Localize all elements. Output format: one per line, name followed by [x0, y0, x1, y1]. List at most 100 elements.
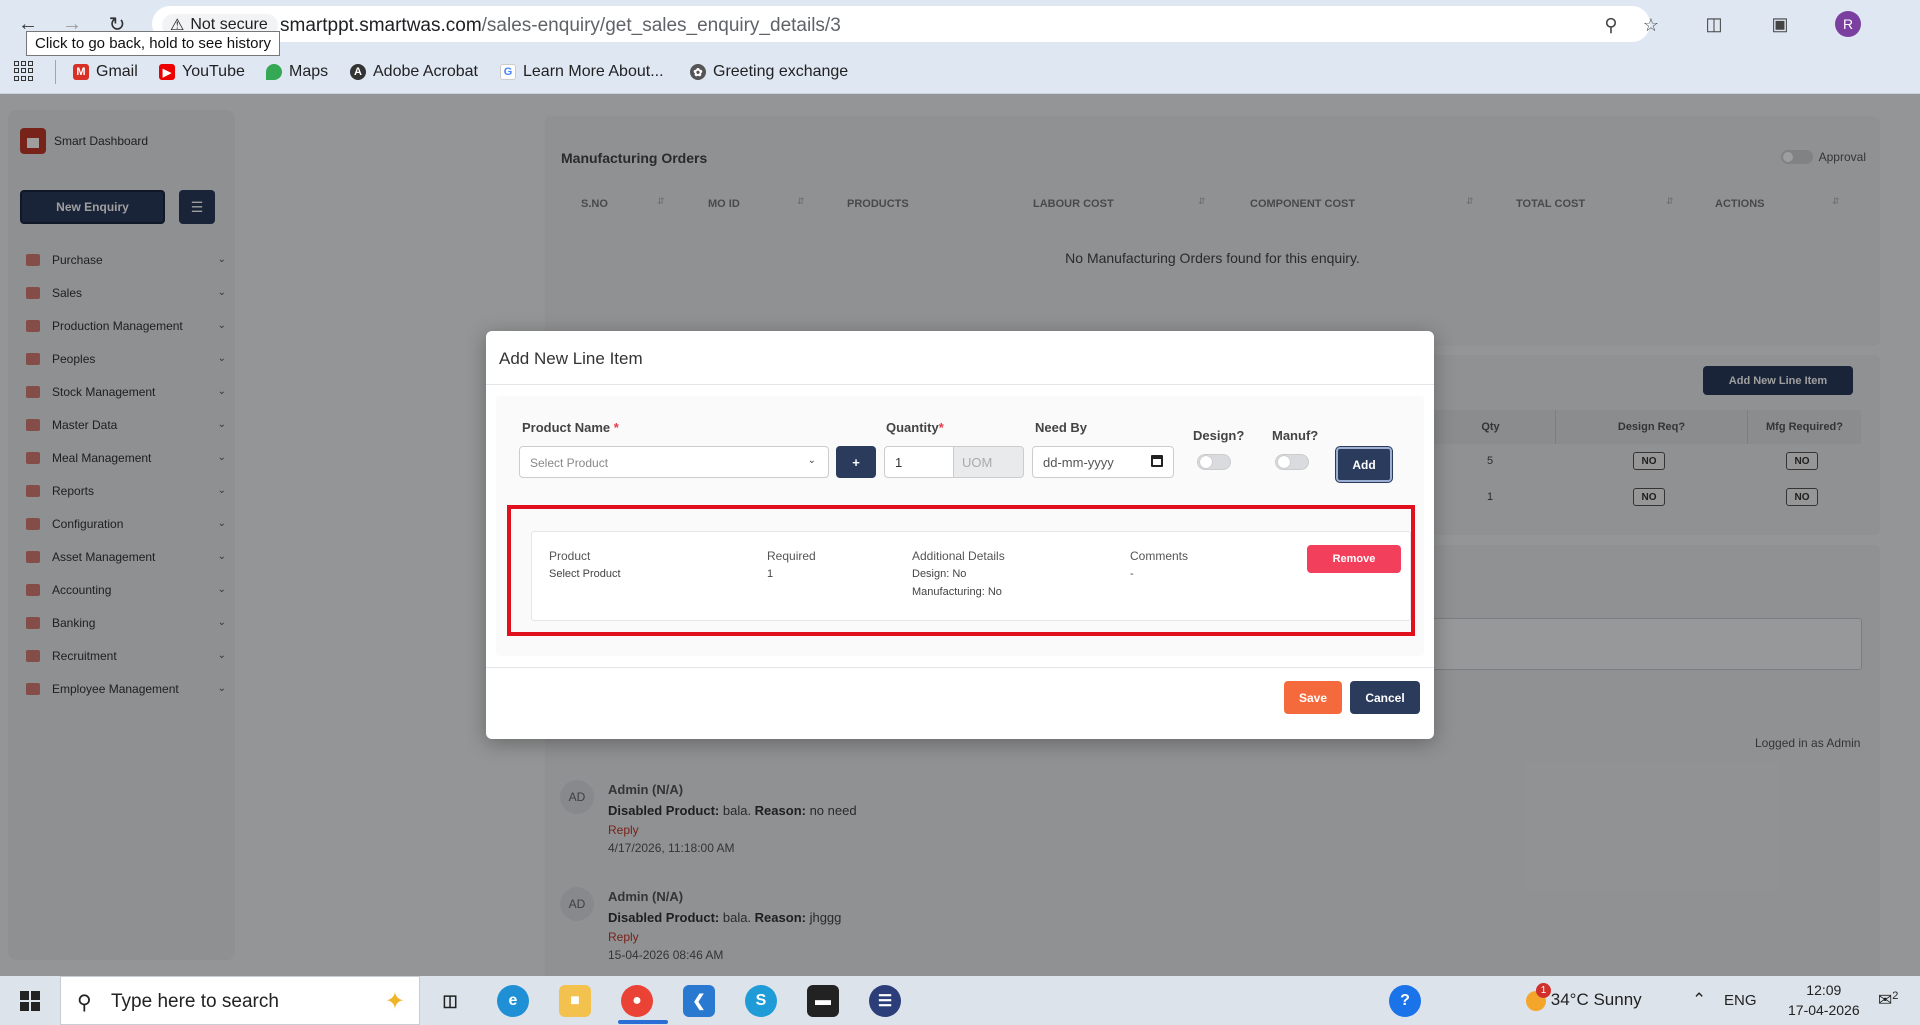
design-toggle[interactable] [1197, 454, 1231, 470]
clock-time: 12:09 [1806, 982, 1842, 998]
preview-required-header: Required [767, 549, 816, 563]
preview-details: Additional Details Design: No Manufacturin… [912, 547, 1005, 601]
acrobat-icon: A [350, 64, 366, 80]
chevron-up-icon[interactable]: ⌃ [1692, 990, 1706, 1010]
uom-input: UOM [954, 446, 1024, 478]
notification-count: 2 [1892, 990, 1899, 1002]
required-mark: * [613, 420, 619, 435]
address-bar[interactable]: ⚠ Not secure smartppt.smartwas.com/sales… [152, 6, 1659, 42]
bookmark-learn-more[interactable]: G Learn More About... [500, 60, 664, 84]
line-item-preview: Product Select Product Required 1 Addition… [531, 531, 1411, 621]
preview-comments-header: Comments [1130, 549, 1189, 563]
weather-widget[interactable]: 1 34°C Sunny [1526, 982, 1642, 1011]
bookmark-label: Maps [289, 63, 329, 80]
required-mark: * [938, 420, 944, 435]
quantity-input[interactable]: 1 [884, 446, 954, 478]
task-view-icon[interactable]: ◫ [434, 985, 466, 1017]
url-path: /sales-enquiry/get_sales_enquiry_details… [481, 15, 841, 36]
chrome-icon[interactable]: ● [621, 985, 653, 1017]
need-by-date-input[interactable]: dd-mm-yyyy [1032, 446, 1174, 478]
vscode-icon[interactable]: ❮ [683, 985, 715, 1017]
preview-required-value: 1 [767, 568, 774, 580]
calendar-icon[interactable] [1151, 455, 1163, 467]
taskbar-search[interactable]: ⚲ Type here to search ✦ [60, 976, 420, 1025]
bookmark-star-icon[interactable]: ☆ [1640, 14, 1662, 36]
skype-icon[interactable]: S [745, 985, 777, 1017]
search-icon: ⚲ [77, 992, 92, 1014]
edge-icon[interactable]: e [497, 985, 529, 1017]
manuf-toggle[interactable] [1275, 454, 1309, 470]
quantity-label: Quantity* [886, 420, 944, 435]
weather-badge: 1 [1536, 982, 1551, 998]
preview-details-header: Additional Details [912, 549, 1005, 563]
bookmark-gmail[interactable]: M Gmail [73, 60, 138, 84]
bookmark-label: Gmail [96, 63, 138, 80]
add-line-item-modal: Add New Line Item Product Name * Select … [486, 331, 1434, 739]
remove-button[interactable]: Remove [1307, 545, 1401, 573]
date-placeholder: dd-mm-yyyy [1043, 455, 1114, 470]
weather-sun-icon: 1 [1526, 982, 1551, 1011]
design-label: Design? [1193, 428, 1245, 443]
search-placeholder: Type here to search [111, 991, 279, 1012]
preview-design-value: Design: No [912, 568, 967, 580]
preview-product-value: Select Product [549, 568, 621, 580]
windows-start-icon[interactable] [20, 991, 40, 1011]
tab-search-icon[interactable]: ▣ [1766, 10, 1794, 38]
add-button[interactable]: Add [1336, 447, 1392, 482]
need-by-label: Need By [1035, 420, 1088, 435]
modal-divider [486, 384, 1434, 385]
url-host: smartppt.smartwas.com [280, 15, 482, 36]
url-text[interactable]: smartppt.smartwas.com/sales-enquiry/get_… [280, 15, 841, 37]
bookmark-label: Learn More About... [523, 63, 664, 80]
system-clock[interactable]: 12:09 17-04-2026 [1788, 980, 1860, 1020]
preview-required: Required 1 [767, 547, 816, 583]
gmail-icon: M [73, 64, 89, 80]
help-icon[interactable]: ? [1389, 985, 1421, 1017]
bookmarks-bar: M Gmail ▶ YouTube Maps A Adobe Acrobat G Lea… [0, 48, 1920, 94]
preview-comments-value: - [1130, 568, 1134, 580]
manuf-label: Manuf? [1272, 428, 1319, 443]
chevron-down-icon: ⌄ [807, 455, 816, 466]
modal-footer-divider [486, 667, 1434, 668]
bookmark-greeting[interactable]: ✿ Greeting exchange [690, 60, 848, 84]
active-app-indicator [618, 1020, 668, 1024]
preview-comments: Comments - [1130, 547, 1188, 583]
profile-avatar[interactable]: R [1835, 11, 1861, 37]
cancel-button[interactable]: Cancel [1350, 681, 1420, 714]
save-button[interactable]: Save [1284, 681, 1342, 714]
bookmark-label: Adobe Acrobat [373, 63, 478, 80]
bookmark-label: Greeting exchange [713, 63, 849, 80]
extensions-icon[interactable]: ◫ [1700, 10, 1728, 38]
bookmark-youtube[interactable]: ▶ YouTube [159, 60, 245, 84]
maps-icon [266, 64, 282, 80]
product-label-text: Product Name [522, 420, 611, 435]
product-placeholder: Select Product [530, 456, 609, 470]
product-name-label: Product Name * [522, 420, 619, 435]
notifications-icon[interactable]: ✉2 [1878, 990, 1898, 1011]
youtube-icon: ▶ [159, 64, 175, 80]
greeting-icon: ✿ [690, 64, 706, 80]
modal-title: Add New Line Item [499, 349, 643, 368]
add-product-button[interactable]: + [836, 446, 876, 478]
profile-initial: R [1842, 16, 1854, 32]
product-select[interactable]: Select Product ⌄ [519, 446, 829, 478]
bookmark-maps[interactable]: Maps [266, 60, 328, 84]
file-explorer-icon[interactable]: ■ [559, 985, 591, 1017]
sticky-notes-icon[interactable]: ▬ [807, 985, 839, 1017]
zoom-icon[interactable]: ⚲ [1600, 14, 1622, 36]
bookmarks-divider [55, 60, 56, 84]
clock-date: 17-04-2026 [1788, 1002, 1860, 1018]
apps-grid-icon[interactable] [14, 61, 34, 81]
browser-toolbar: ← → ↻ ⚠ Not secure smartppt.smartwas.com… [0, 0, 1920, 48]
preview-product-header: Product [549, 549, 591, 563]
weather-text: 34°C Sunny [1550, 990, 1642, 1009]
back-tooltip: Click to go back, hold to see history [26, 31, 280, 56]
eclipse-icon[interactable]: ☰ [869, 985, 901, 1017]
google-icon: G [500, 64, 516, 80]
preview-product: Product Select Product [549, 547, 621, 583]
bookmark-acrobat[interactable]: A Adobe Acrobat [350, 60, 478, 84]
taskbar: ⚲ Type here to search ✦ ◫ e ■ ● ❮ S ▬ ☰ … [0, 976, 1920, 1025]
preview-manuf-value: Manufacturing: No [912, 586, 1002, 598]
language-indicator[interactable]: ENG [1724, 992, 1757, 1009]
bookmark-label: YouTube [182, 63, 245, 80]
